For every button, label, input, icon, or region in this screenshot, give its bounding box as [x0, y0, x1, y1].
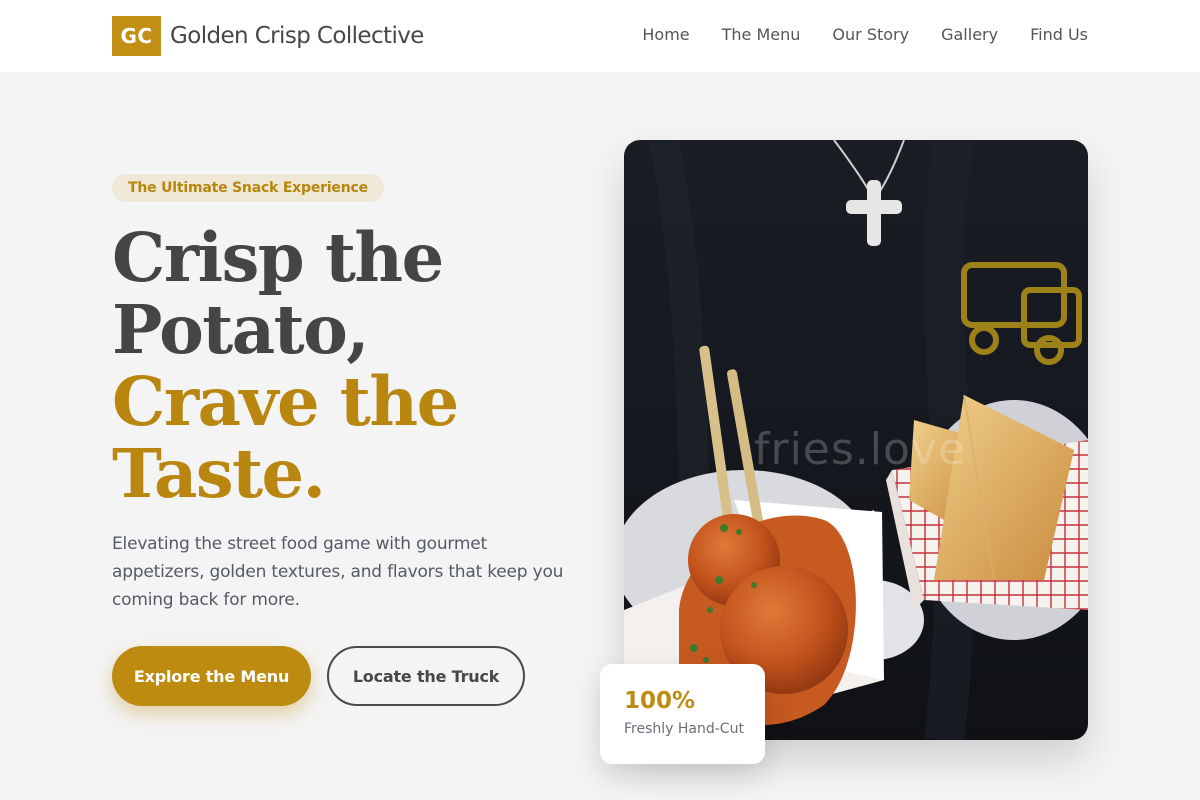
nav-item-home[interactable]: Home [642, 22, 689, 48]
nav-item-find-us[interactable]: Find Us [1030, 22, 1088, 48]
headline-line-3: Crave the [112, 362, 459, 441]
nav-item-the-menu[interactable]: The Menu [722, 22, 801, 48]
logo-mark: GC [112, 16, 161, 56]
hero-description: Elevating the street food game with gour… [112, 534, 564, 610]
stat-value: 100% [624, 688, 696, 714]
main-nav: Home The Menu Our Story Gallery Find Us [642, 22, 1088, 48]
nav-item-our-story[interactable]: Our Story [832, 22, 909, 48]
explore-menu-button[interactable]: Explore the Menu [112, 646, 311, 706]
photo-watermark: fries.love [754, 424, 967, 475]
brand-logo-link[interactable]: GC Golden Crisp Collective [112, 16, 424, 56]
locate-truck-button[interactable]: Locate the Truck [327, 646, 525, 706]
headline-line-4: Taste. [112, 434, 326, 513]
stat-card: 100% Freshly Hand-Cut [600, 664, 765, 764]
hero-badge: The Ultimate Snack Experience [112, 174, 384, 202]
brand-name: Golden Crisp Collective [170, 23, 424, 49]
hero-food-photo: fries.love [624, 140, 1088, 740]
headline-line-1: Crisp the [112, 218, 444, 297]
stat-label: Freshly Hand-Cut [624, 721, 744, 737]
nav-item-gallery[interactable]: Gallery [941, 22, 998, 48]
site-header: GC Golden Crisp Collective Home The Menu… [0, 0, 1200, 72]
hero-headline: Crisp the Potato, Crave the Taste. [112, 222, 582, 510]
headline-line-2: Potato, [112, 290, 370, 369]
